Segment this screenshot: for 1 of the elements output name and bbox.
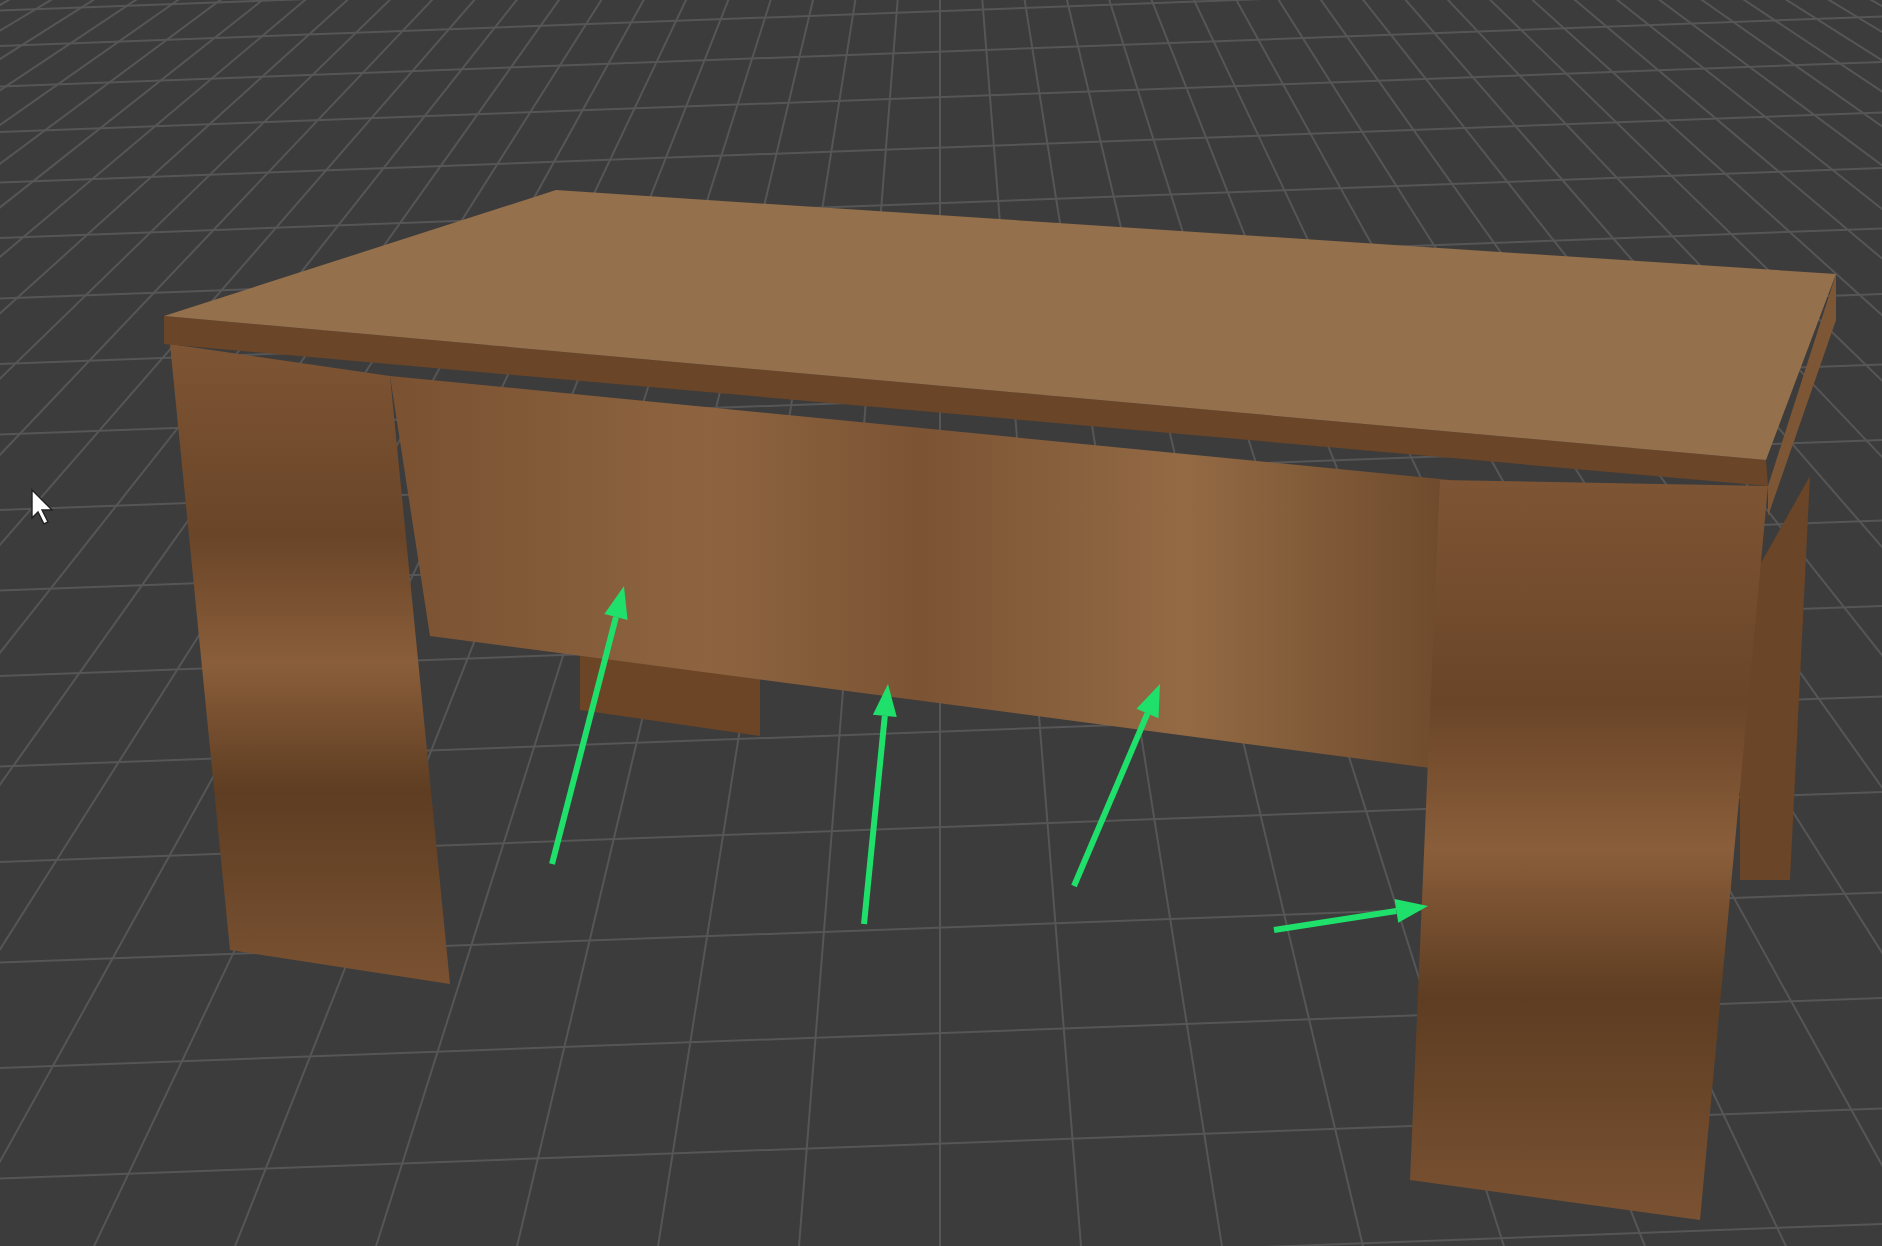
- mouse-cursor-icon: [31, 488, 54, 525]
